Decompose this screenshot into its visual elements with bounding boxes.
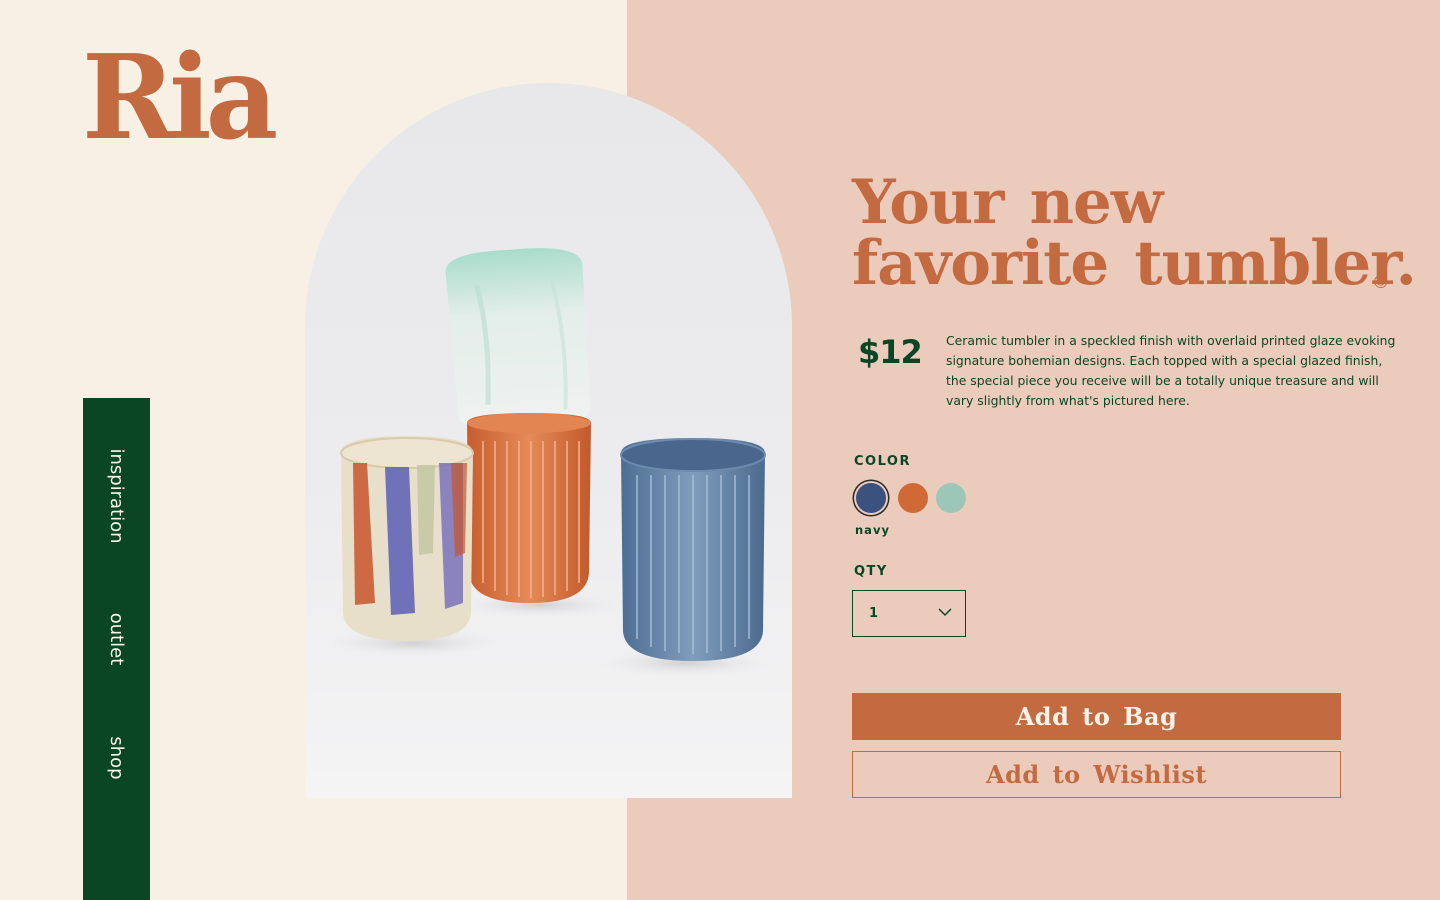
selected-color-name: navy <box>855 523 890 537</box>
product-description: Ceramic tumbler in a speckled finish wit… <box>946 333 1396 408</box>
side-nav: inspiration outlet shop <box>83 398 150 900</box>
brand-logo[interactable]: Ria <box>82 39 278 156</box>
color-label: COLOR <box>854 454 911 469</box>
nav-item-inspiration[interactable]: inspiration <box>106 448 127 543</box>
product-headline: Your new favorite tumbler. <box>852 167 1417 299</box>
swatch-mint[interactable] <box>936 483 966 513</box>
quantity-value: 1 <box>869 606 879 621</box>
tumblers-illustration <box>323 248 775 677</box>
product-image <box>305 83 792 798</box>
quantity-select[interactable]: 1 <box>852 590 966 637</box>
swatch-orange[interactable] <box>898 483 928 513</box>
nav-item-outlet[interactable]: outlet <box>106 613 127 666</box>
chevron-down-icon <box>938 608 952 617</box>
qty-label: QTY <box>854 564 888 579</box>
add-to-bag-button[interactable]: Add to Bag <box>852 693 1341 740</box>
add-to-wishlist-button[interactable]: Add to Wishlist <box>852 751 1341 798</box>
product-price: $12 <box>858 333 923 371</box>
headline-line-1: Your new <box>852 167 1163 238</box>
nav-item-shop[interactable]: shop <box>106 736 127 779</box>
smiley-icon: ☺ <box>1373 273 1389 291</box>
headline-line-2: favorite tumbler. <box>852 228 1417 299</box>
swatch-navy[interactable] <box>856 483 886 513</box>
